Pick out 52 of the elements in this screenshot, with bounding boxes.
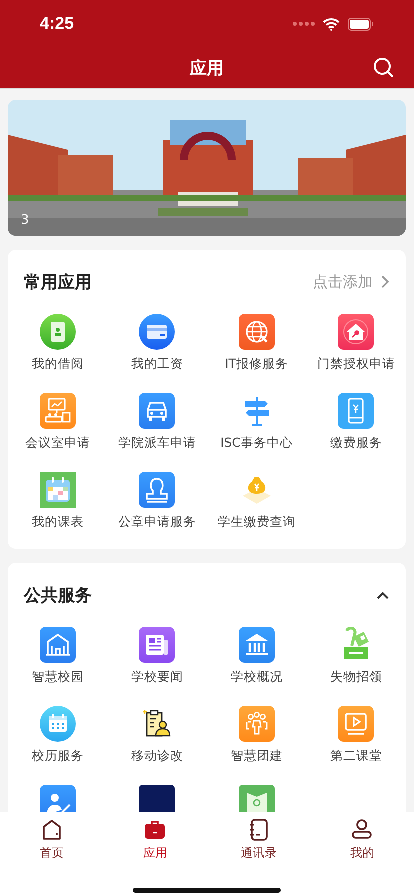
app-tile[interactable]: 我的借阅 (8, 314, 108, 381)
house-icon (338, 314, 374, 350)
app-tile[interactable]: 公章申请服务 (108, 472, 207, 539)
app-tile[interactable]: 我的课表 (8, 472, 108, 539)
wifi-icon (323, 18, 340, 30)
app-tile[interactable]: 门禁授权申请 (306, 314, 406, 381)
battery-icon (348, 18, 374, 30)
page-title: 应用 (190, 58, 224, 80)
card-icon (139, 314, 176, 350)
tab[interactable]: 应用 (104, 818, 207, 870)
app-tile[interactable]: 学校概况 (207, 627, 306, 694)
user-icon (350, 818, 374, 842)
app-tile[interactable]: 学校要闻 (108, 627, 207, 694)
app-tile[interactable]: 缴费服务 (306, 393, 406, 460)
app-tile[interactable]: 我的工资 (108, 314, 207, 381)
search-icon[interactable] (372, 56, 396, 80)
newspaper-icon (139, 627, 176, 663)
section-title: 常用应用 (24, 272, 92, 294)
app-tile[interactable]: 智慧团建 (207, 706, 306, 773)
building-icon (40, 627, 76, 663)
section-title: 公共服务 (24, 584, 92, 606)
book-icon (40, 314, 76, 350)
bank-icon (238, 627, 275, 663)
signal-icon (293, 22, 315, 26)
app-tile[interactable]: 会议室申请 (8, 393, 108, 460)
app-tile[interactable]: IT报修服务 (207, 314, 306, 381)
stamp-icon (139, 472, 176, 508)
app-tile[interactable]: 学生缴费查询 (207, 472, 306, 539)
tab[interactable]: 通讯录 (207, 818, 310, 870)
tab[interactable]: 我的 (310, 818, 414, 870)
envelope-icon (238, 785, 275, 812)
page-indicator: 3 (21, 213, 30, 228)
people-icon (238, 706, 275, 742)
globe-icon (238, 314, 275, 350)
calendar-icon (40, 472, 76, 508)
status-time: 4:25 (40, 14, 74, 34)
app-tile[interactable]: ISC事务中心 (207, 393, 306, 460)
app-tile[interactable]: 智慧校园 (8, 627, 108, 694)
phone-icon (338, 393, 374, 429)
briefcase-icon (143, 818, 168, 842)
tab[interactable]: 首页 (0, 818, 104, 870)
chevron-up-icon[interactable] (376, 590, 390, 600)
car-icon (139, 393, 176, 429)
presentation-icon (40, 393, 76, 429)
app-tile[interactable]: 失物招领 (306, 627, 406, 694)
app-tile[interactable]: 移动诊改 (108, 706, 207, 773)
app-tile[interactable]: 第二课堂 (306, 706, 406, 773)
app-tile[interactable]: 学院派车申请 (108, 393, 207, 460)
video-icon (338, 706, 374, 742)
chevron-right-icon (381, 275, 390, 289)
calendar-icon (40, 706, 76, 742)
app-tile[interactable]: 校历服务 (8, 706, 108, 773)
